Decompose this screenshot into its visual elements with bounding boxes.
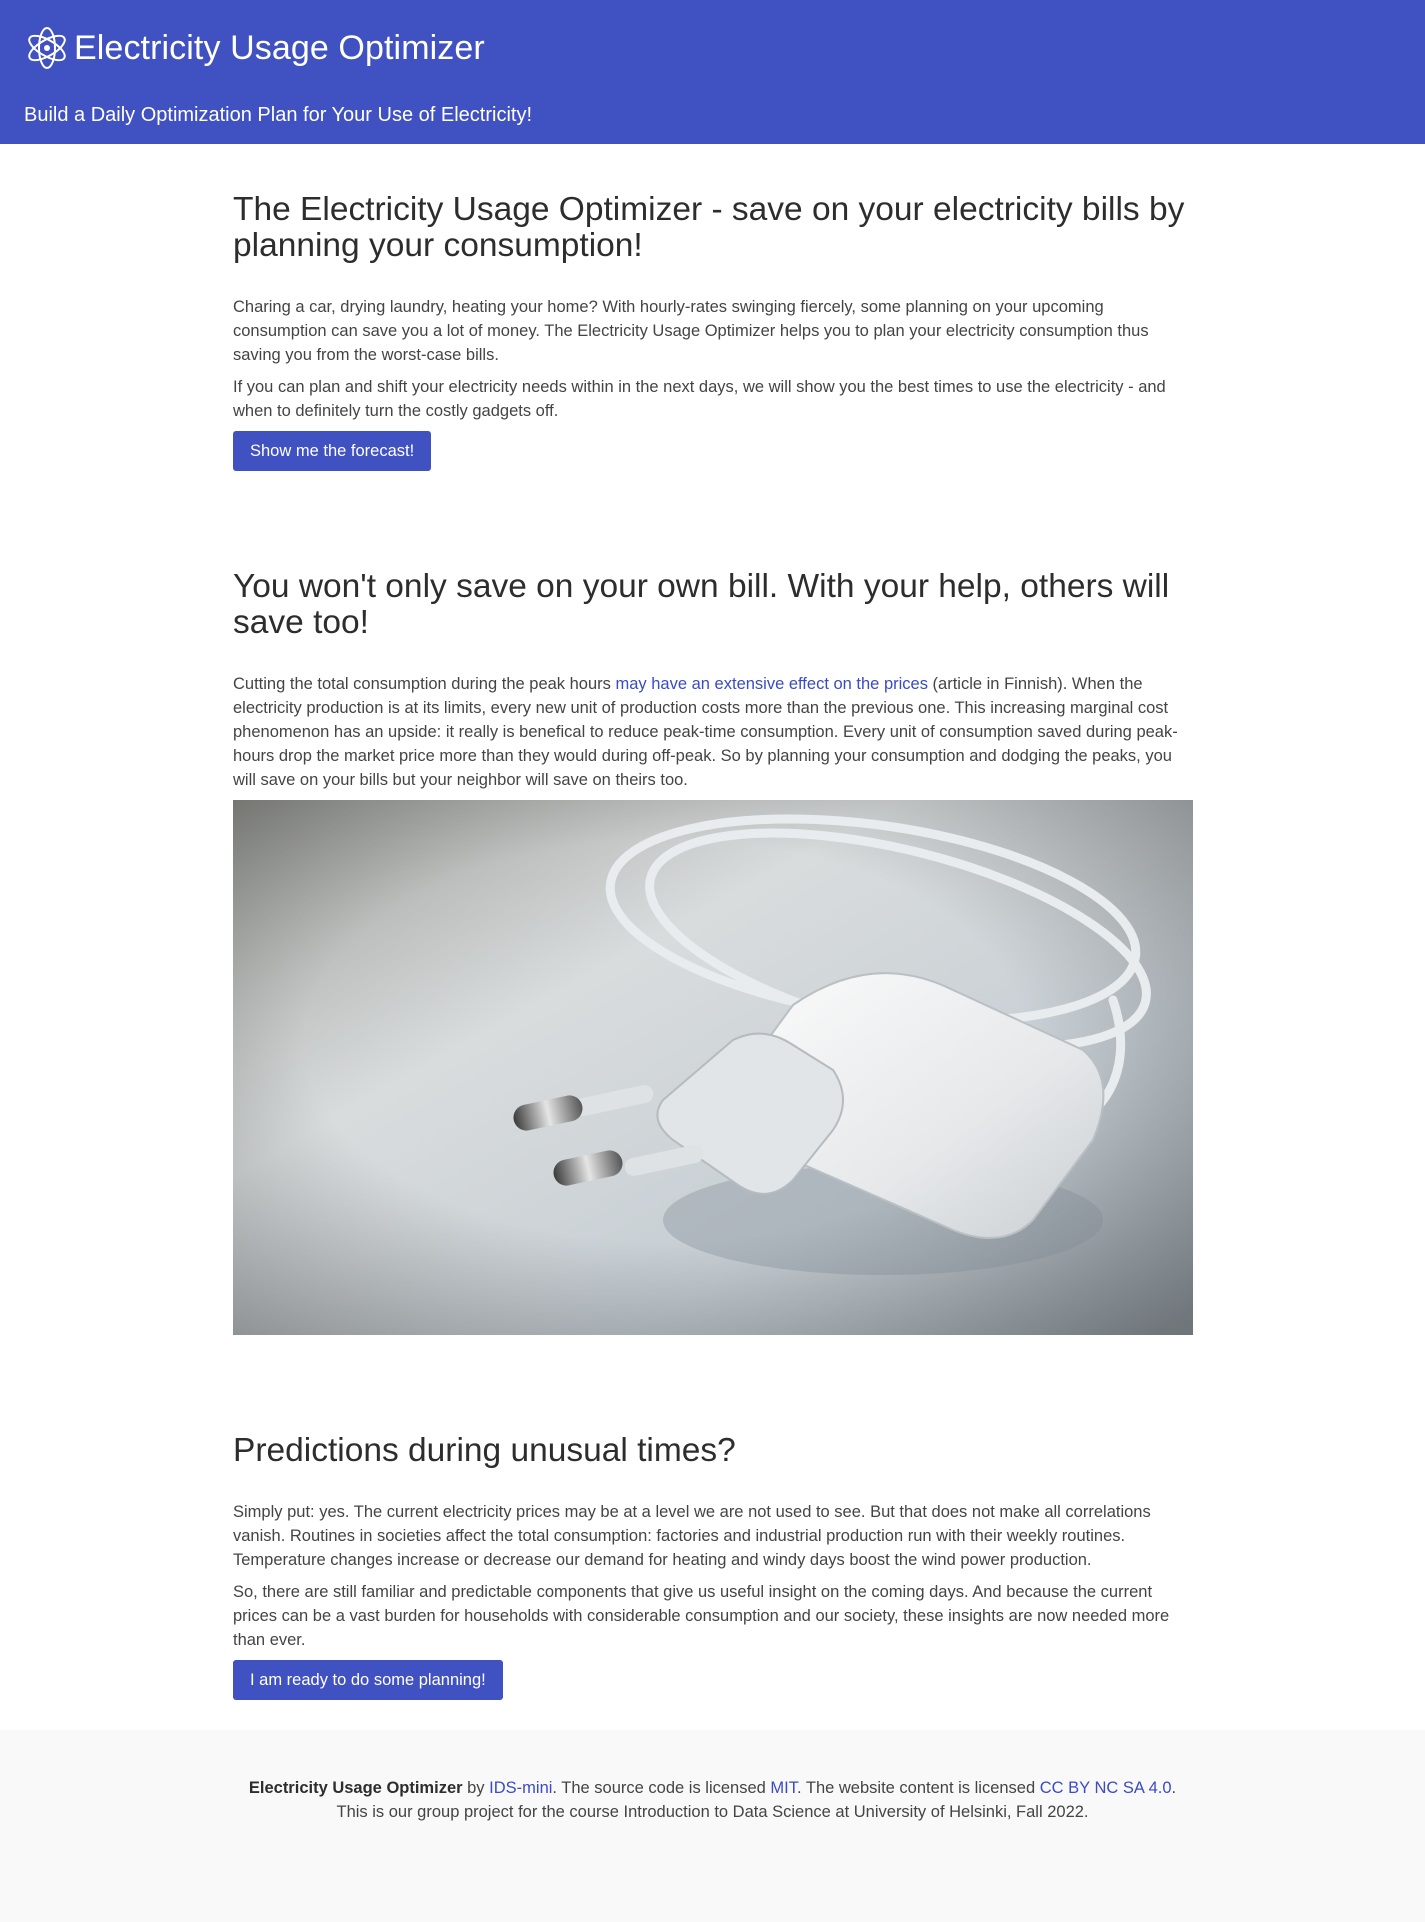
- intro-heading: The Electricity Usage Optimizer - save o…: [233, 191, 1185, 264]
- footer-line-2: This is our group project for the course…: [336, 1803, 1089, 1821]
- predictions-paragraph-2: So, there are still familiar and predict…: [233, 1583, 1170, 1649]
- main-content: The Electricity Usage Optimizer - save o…: [233, 144, 1193, 1700]
- show-forecast-button[interactable]: Show me the forecast!: [233, 431, 432, 471]
- cc-license-link[interactable]: CC BY NC SA 4.0: [1040, 1779, 1172, 1797]
- savings-text-before: Cutting the total consumption during the…: [233, 675, 616, 693]
- start-planning-button[interactable]: I am ready to do some planning!: [233, 1660, 503, 1700]
- brand[interactable]: Electricity Usage Optimizer: [24, 22, 1401, 74]
- footer-content-text: . The website content is licensed: [797, 1779, 1040, 1797]
- site-subtitle: Build a Daily Optimization Plan for Your…: [24, 104, 532, 126]
- footer-line-1: Electricity Usage Optimizer by IDS-mini.…: [0, 1776, 1425, 1800]
- predictions-heading: Predictions during unusual times?: [233, 1432, 736, 1469]
- navbar: Electricity Usage Optimizer Build a Dail…: [0, 0, 1425, 144]
- footer-code-text: . The source code is licensed: [552, 1779, 771, 1797]
- savings-section: You won't only save on your own bill. Wi…: [233, 471, 1193, 1335]
- author-link[interactable]: IDS-mini: [489, 1779, 552, 1797]
- atom-icon: [28, 27, 66, 69]
- mit-license-link[interactable]: MIT: [770, 1779, 797, 1797]
- intro-paragraph-2: If you can plan and shift your electrici…: [233, 378, 1166, 420]
- predictions-paragraph-1: Simply put: yes. The current electricity…: [233, 1503, 1151, 1569]
- site-title[interactable]: Electricity Usage Optimizer: [74, 29, 485, 68]
- prices-article-link[interactable]: may have an extensive effect on the pric…: [616, 675, 928, 693]
- intro-paragraph-1: Charing a car, drying laundry, heating y…: [233, 298, 1149, 364]
- footer-end: .: [1171, 1779, 1177, 1797]
- savings-heading: You won't only save on your own bill. Wi…: [233, 568, 1170, 641]
- intro-section: The Electricity Usage Optimizer - save o…: [233, 144, 1193, 471]
- footer-brand: Electricity Usage Optimizer: [248, 1779, 463, 1797]
- power-adapter-photo: [233, 800, 1193, 1335]
- savings-paragraph: Cutting the total consumption during the…: [233, 672, 1193, 792]
- footer-by: by: [462, 1779, 490, 1797]
- footer: Electricity Usage Optimizer by IDS-mini.…: [0, 1730, 1425, 1922]
- predictions-section: Predictions during unusual times? Simply…: [233, 1335, 1193, 1700]
